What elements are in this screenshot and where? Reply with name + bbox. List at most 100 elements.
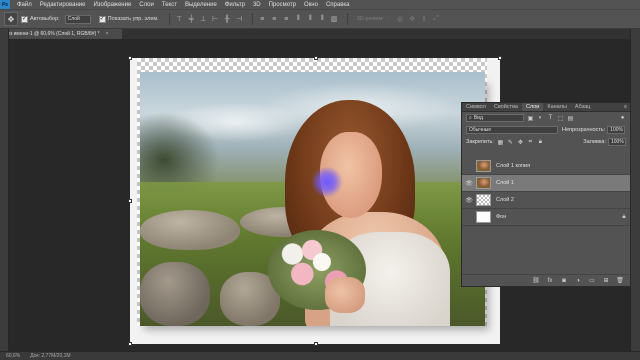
transform-handle-ml[interactable]: [128, 199, 132, 203]
menu-3d[interactable]: 3D: [249, 2, 265, 8]
autoselect-label: Автовыбор:: [30, 16, 60, 22]
auto-align-icon[interactable]: ▥: [330, 15, 339, 24]
align-bottom-icon[interactable]: ⊥: [199, 15, 208, 24]
layer-row[interactable]: Фон 🔒︎: [462, 209, 630, 226]
tab-character[interactable]: Символ: [462, 103, 490, 111]
align-top-icon[interactable]: ⊤: [175, 15, 184, 24]
distribute-right-icon[interactable]: ⦀: [318, 15, 327, 24]
align-right-icon[interactable]: ⊣: [235, 15, 244, 24]
transform-handle-bc[interactable]: [314, 342, 318, 346]
close-icon[interactable]: ×: [106, 31, 109, 37]
filter-pixel-icon[interactable]: ▣: [527, 115, 534, 122]
autoselect-checkbox[interactable]: [21, 15, 28, 23]
menu-type[interactable]: Текст: [158, 2, 181, 8]
adjustment-layer-icon[interactable]: ◑: [574, 277, 582, 285]
show-controls-label: Показать упр. элем.: [107, 16, 159, 22]
menu-edit[interactable]: Редактирование: [36, 2, 90, 8]
layer-thumbnail: [476, 211, 491, 223]
menu-image[interactable]: Изображение: [89, 2, 135, 8]
layer-filter-dropdown[interactable]: ⌕ Вид: [466, 114, 524, 122]
fill-field[interactable]: 100%: [608, 138, 626, 146]
layer-thumbnail: [476, 194, 491, 206]
mode-3d-label: 3D-режим:: [356, 16, 384, 22]
distribute-left-icon[interactable]: ⦀: [294, 15, 303, 24]
panel-dock-edge: [630, 29, 640, 360]
layer-style-icon[interactable]: fx: [546, 277, 554, 285]
layers-panel: Символ Свойства Слои Каналы Абзац ≡ ⌕ Ви…: [461, 102, 631, 287]
distribute-hcenter-icon[interactable]: ⦀: [306, 15, 315, 24]
filter-toggle-icon[interactable]: ●: [619, 115, 626, 122]
distribute-bottom-icon[interactable]: ≡: [282, 15, 291, 24]
tab-properties[interactable]: Свойства: [490, 103, 522, 111]
rock: [140, 210, 240, 250]
new-group-icon[interactable]: ▭: [588, 277, 596, 285]
autoselect-dropdown[interactable]: Слой: [64, 14, 91, 24]
background-trees: [140, 112, 220, 192]
menu-filter[interactable]: Фильтр: [221, 2, 249, 8]
zoom-level[interactable]: 60,6%: [6, 353, 20, 359]
add-mask-icon[interactable]: ◙: [560, 277, 568, 285]
autoselect-value: Слой: [67, 16, 80, 22]
document-tab[interactable]: Без имени-1 @ 60,6% (Слой 1, RGB/8#) * ×: [0, 29, 122, 39]
options-bar: ✥ Автовыбор: Слой Показать упр. элем. ⊤ …: [0, 9, 640, 29]
opacity-value: 100%: [610, 127, 624, 133]
align-vcenter-icon[interactable]: ╪: [187, 15, 196, 24]
filter-type-icon[interactable]: T: [547, 115, 554, 122]
tab-layers[interactable]: Слои: [522, 103, 544, 111]
opacity-field[interactable]: 100%: [607, 126, 626, 134]
canvas-photo[interactable]: [140, 72, 485, 326]
transform-handle-bl[interactable]: [128, 342, 132, 346]
lock-all-icon[interactable]: 🔒︎: [537, 139, 544, 146]
menu-help[interactable]: Справка: [322, 2, 354, 8]
transform-handle-tc[interactable]: [314, 56, 318, 60]
align-hcenter-icon[interactable]: ╫: [223, 15, 232, 24]
search-icon: ⌕: [469, 115, 472, 121]
filter-shape-icon[interactable]: ⬚: [557, 115, 564, 122]
layer-name: Слой 1: [496, 180, 514, 186]
new-layer-icon[interactable]: ⊞: [602, 277, 610, 285]
lock-transparency-icon[interactable]: ▦: [497, 139, 504, 146]
layer-row[interactable]: Слой 1 копия: [462, 158, 630, 175]
align-left-icon[interactable]: ⊢: [211, 15, 220, 24]
menu-layers[interactable]: Слои: [135, 2, 158, 8]
distribute-vcenter-icon[interactable]: ≡: [270, 15, 279, 24]
menu-select[interactable]: Выделение: [181, 2, 221, 8]
distribute-top-icon[interactable]: ≡: [258, 15, 267, 24]
menu-file[interactable]: Файл: [13, 2, 36, 8]
layers-panel-footer: ⛓ fx ◙ ◑ ▭ ⊞ 🗑︎: [462, 274, 630, 286]
roll-3d-icon: ◍: [397, 16, 404, 23]
toolbar-edge: [0, 29, 9, 360]
scale-3d-icon: ⤢: [433, 15, 439, 22]
layer-filter-row: ⌕ Вид ▣ ◐ T ⬚ ▤ ●: [462, 112, 630, 124]
delete-layer-icon[interactable]: 🗑︎: [616, 277, 624, 285]
tab-channels[interactable]: Каналы: [543, 103, 571, 111]
transform-handle-tr[interactable]: [498, 56, 502, 60]
document-tab-title: Без имени-1 @ 60,6% (Слой 1, RGB/8#) *: [4, 31, 100, 37]
menu-window[interactable]: Окно: [300, 2, 322, 8]
eye-icon[interactable]: 👁︎: [462, 197, 476, 204]
lock-pixels-icon[interactable]: ✎: [507, 139, 514, 146]
move-tool-icon[interactable]: ✥: [4, 12, 18, 26]
show-controls-checkbox[interactable]: [98, 15, 106, 23]
layer-row-selected[interactable]: 👁︎ Слой 1: [462, 175, 630, 192]
filter-smart-object-icon[interactable]: ▤: [567, 115, 574, 122]
layer-thumbnail: [476, 177, 491, 189]
drag-3d-icon: ✥: [409, 16, 416, 23]
menu-bar: Ps Файл Редактирование Изображение Слои …: [0, 0, 640, 9]
lock-position-icon[interactable]: ✥: [517, 139, 524, 146]
eye-icon[interactable]: 👁︎: [462, 180, 476, 187]
layer-row[interactable]: 👁︎ Слой 2: [462, 192, 630, 209]
layer-list: Слой 1 копия 👁︎ Слой 1 👁︎ Слой 2 Фон 🔒︎: [462, 158, 630, 272]
lock-artboard-icon[interactable]: ⌗: [527, 139, 534, 146]
link-layers-icon[interactable]: ⛓: [532, 277, 540, 285]
panel-menu-icon[interactable]: ≡: [624, 103, 630, 111]
transform-handle-tl[interactable]: [128, 56, 132, 60]
divider: [251, 13, 253, 25]
filter-adjustment-icon[interactable]: ◐: [537, 115, 544, 122]
menu-view[interactable]: Просмотр: [265, 2, 300, 8]
lock-icon: 🔒︎: [622, 213, 626, 220]
tab-paragraph[interactable]: Абзац: [571, 103, 594, 111]
document-tab-bar: Без имени-1 @ 60,6% (Слой 1, RGB/8#) * ×: [0, 29, 640, 39]
blend-mode-dropdown[interactable]: Обычные: [466, 126, 558, 134]
status-bar: 60,6% Док: 2,77M/20,1M: [0, 351, 640, 360]
